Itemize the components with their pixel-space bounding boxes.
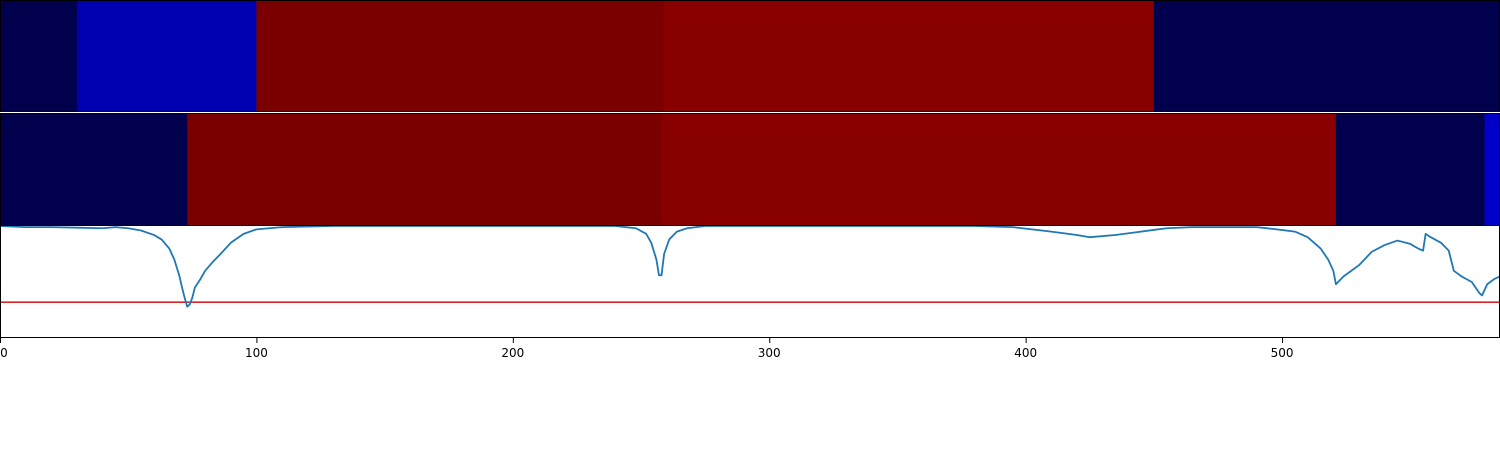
x-tick-label-3: 300 [758,346,781,360]
track-1-segment-3 [256,0,665,112]
line-panel-background [0,226,1500,338]
x-axis: 0 100 200 300 400 500 [0,338,1294,360]
track-2-segment-2 [187,113,663,226]
x-tick-label-0: 0 [0,346,8,360]
track-2-segment-4 [1335,113,1486,226]
track-2-segment-5 [1484,113,1500,226]
track-2 [0,113,1500,226]
track-1 [0,0,1500,112]
track-1-segment-5 [1153,0,1500,112]
x-tick-label-2: 200 [501,346,524,360]
x-tick-label-4: 400 [1014,346,1037,360]
segmentation-figure: 0 100 200 300 400 500 [0,0,1500,360]
track-1-segment-1 [0,0,78,112]
line-panel [0,225,1500,338]
track-1-segment-4 [664,0,1155,112]
track-2-segment-3 [661,113,1337,226]
x-tick-label-5: 500 [1271,346,1294,360]
track-2-segment-1 [0,113,188,226]
track-1-segment-2 [76,0,257,112]
x-tick-label-1: 100 [245,346,268,360]
